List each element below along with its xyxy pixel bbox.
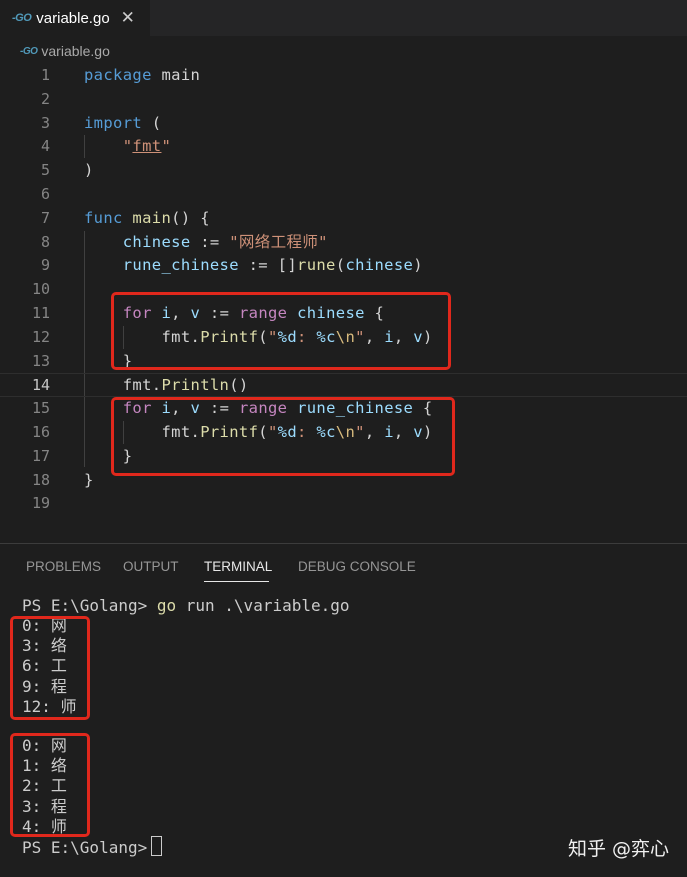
terminal-command-word: go	[156, 596, 177, 615]
line-number: 14	[31, 376, 50, 395]
go-file-icon: -GO	[12, 12, 32, 24]
breadcrumb: -GO variable.go	[0, 38, 687, 64]
line-number: 3	[40, 113, 50, 132]
line-number: 16	[31, 423, 50, 441]
code-text: func main() {	[84, 208, 210, 227]
code-text: rune_chinese := []rune(chinese)	[122, 256, 423, 275]
line-number: 11	[31, 304, 50, 322]
code-line[interactable]: 14 fmt.Println()	[0, 373, 687, 398]
highlight-box-output-runes	[10, 733, 90, 837]
highlight-box-loop-2	[111, 397, 455, 476]
line-number: 6	[40, 185, 50, 203]
go-file-icon: -GO	[20, 45, 38, 57]
line-number: 13	[31, 351, 50, 370]
tab-variable-go[interactable]: -GO variable.go ✕	[0, 0, 150, 36]
tab-output[interactable]: OUTPUT	[123, 559, 179, 574]
code-line[interactable]: 6	[0, 183, 687, 207]
line-number: 9	[40, 256, 50, 275]
line-number: 19	[31, 494, 50, 513]
code-text: fmt.Println()	[84, 376, 249, 395]
code-text: }	[84, 470, 94, 489]
tab-label: variable.go	[36, 9, 110, 27]
highlight-box-loop-1	[111, 292, 451, 370]
code-line[interactable]: 7 func main() {	[0, 207, 687, 231]
code-text: "fmt"	[122, 137, 172, 156]
code-line[interactable]: 2	[0, 88, 687, 112]
breadcrumb-file[interactable]: variable.go	[41, 43, 110, 59]
code-text: package main	[84, 66, 201, 84]
terminal-command-line: PS E:\Golang> go run .\variable.go	[22, 596, 350, 615]
line-number: 12	[31, 327, 50, 346]
code-text: )	[84, 161, 94, 180]
code-text: chinese := "网络工程师"	[122, 232, 328, 251]
line-number: 1	[40, 66, 50, 84]
code-line[interactable]: 1 package main	[0, 64, 687, 88]
line-number: 18	[31, 470, 50, 489]
line-number: 2	[40, 89, 50, 108]
line-number: 5	[40, 161, 50, 180]
line-number: 10	[31, 280, 50, 299]
code-line[interactable]: 9 rune_chinese := []rune(chinese)	[0, 254, 687, 278]
active-tab-indicator	[204, 581, 269, 582]
terminal-cursor	[151, 836, 163, 856]
code-text: import (	[84, 113, 162, 132]
line-number: 15	[31, 399, 50, 418]
code-line[interactable]: 5)	[0, 159, 687, 183]
tab-terminal[interactable]: TERMINAL	[204, 559, 272, 574]
code-line[interactable]: 3 import (	[0, 112, 687, 136]
editor-tab-bar: -GO variable.go ✕	[0, 0, 687, 36]
highlight-box-output-bytes	[10, 616, 90, 720]
line-number: 7	[40, 208, 50, 227]
tab-debug-console[interactable]: DEBUG CONSOLE	[298, 559, 416, 574]
line-number: 17	[31, 446, 50, 465]
code-line[interactable]: 8 chinese := "网络工程师"	[0, 231, 687, 255]
tab-problems[interactable]: PROBLEMS	[26, 559, 101, 574]
line-number: 8	[40, 232, 50, 251]
line-number: 4	[40, 137, 50, 156]
terminal-prompt: PS E:\Golang>	[22, 836, 163, 858]
code-line[interactable]: 19	[0, 492, 687, 516]
code-line[interactable]: 4 "fmt"	[0, 135, 687, 159]
watermark: 知乎 @弈心	[567, 838, 669, 860]
panel-tabs: PROBLEMS OUTPUT TERMINAL DEBUG CONSOLE	[0, 544, 687, 588]
close-icon[interactable]: ✕	[121, 8, 135, 28]
